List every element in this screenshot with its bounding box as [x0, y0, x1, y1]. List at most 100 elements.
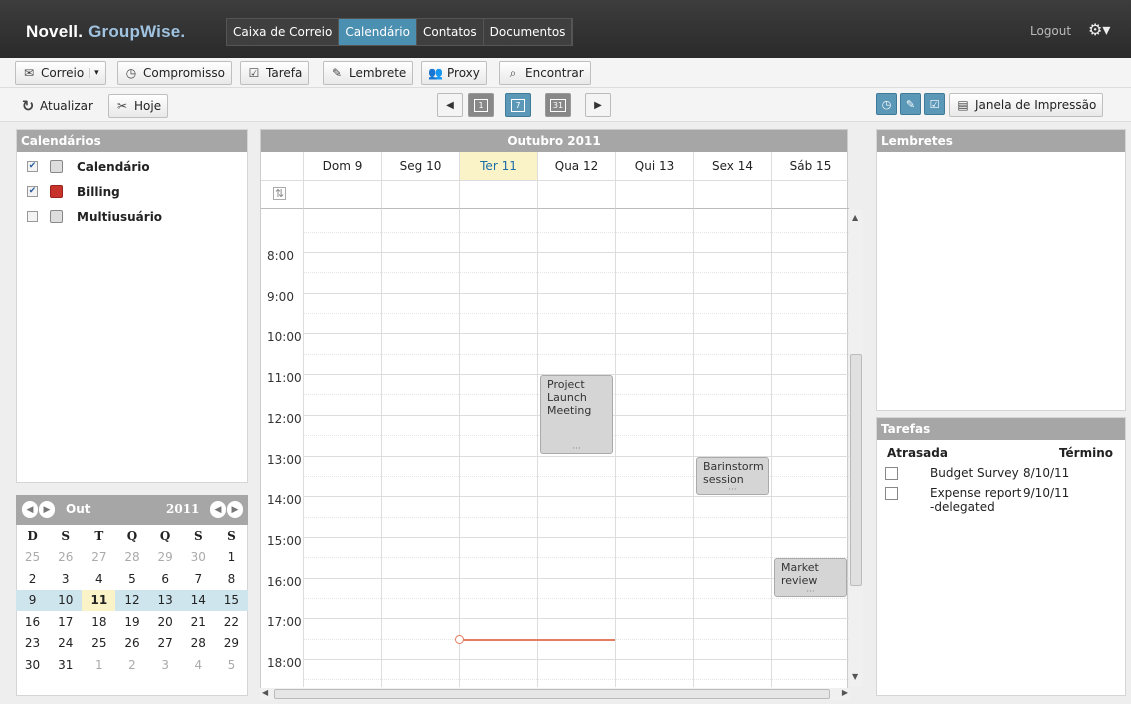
week-view-button[interactable]: 7 [505, 93, 531, 117]
mini-day[interactable]: 31 [49, 654, 82, 676]
reminder-button[interactable]: ✎ Lembrete [323, 61, 414, 85]
horizontal-scrollbar[interactable]: ◀ ▶ [260, 688, 850, 700]
mini-day[interactable]: 15 [214, 589, 248, 611]
mini-day[interactable]: 2 [115, 654, 148, 676]
calendar-event[interactable]: Market review ··· [774, 558, 847, 597]
calendar-checkbox[interactable]: ✔ [27, 211, 38, 222]
scroll-thumb[interactable] [850, 354, 862, 586]
mini-day[interactable]: 4 [182, 654, 215, 676]
calendar-checkbox[interactable]: ✔ [27, 161, 38, 172]
mini-day[interactable]: 5 [215, 654, 248, 676]
tab-calendar[interactable]: Calendário [339, 19, 417, 45]
task-checkbox[interactable] [885, 487, 898, 500]
mini-day[interactable]: 27 [82, 547, 115, 569]
find-button[interactable]: ⌕ Encontrar [499, 61, 591, 85]
mini-day[interactable]: 1 [82, 654, 115, 676]
mini-day[interactable]: 24 [49, 633, 82, 655]
scroll-thumb[interactable] [274, 689, 830, 699]
mini-day[interactable]: 8 [215, 568, 248, 590]
month-view-button[interactable]: 31 [545, 93, 571, 117]
gear-icon[interactable]: ⚙▾ [1088, 20, 1110, 39]
proxy-button[interactable]: 👥 Proxy [421, 61, 487, 85]
day-header[interactable]: Dom 9 [303, 152, 381, 180]
allday-cell[interactable] [693, 180, 771, 209]
mini-day[interactable]: 17 [49, 611, 82, 633]
task-item[interactable]: Expense report -delegated 9/10/11 [877, 480, 1125, 514]
mini-day[interactable]: 9 [16, 589, 50, 611]
mini-day[interactable]: 7 [182, 568, 215, 590]
allday-cell[interactable] [381, 180, 459, 209]
today-button[interactable]: ✂ Hoje [108, 94, 169, 118]
mini-day[interactable]: 10 [49, 589, 83, 611]
logout-link[interactable]: Logout [1030, 24, 1071, 38]
allday-cell[interactable] [771, 180, 849, 209]
mini-day[interactable]: 29 [149, 547, 182, 569]
calendar-item-multiusuario[interactable]: ✔ Multiusuário [17, 204, 247, 229]
mini-day[interactable]: 21 [182, 611, 215, 633]
mini-day[interactable]: 25 [16, 547, 49, 569]
day-header[interactable]: Sex 14 [693, 152, 771, 180]
mini-day[interactable]: 26 [115, 633, 148, 655]
day-view-button[interactable]: 1 [468, 93, 494, 117]
mini-day[interactable]: 6 [149, 568, 182, 590]
mail-button[interactable]: ✉ Correio ▾ [15, 61, 106, 85]
tab-contacts[interactable]: Contatos [417, 19, 484, 45]
expand-icon[interactable]: ⇅ [273, 187, 287, 200]
allday-cell[interactable] [303, 180, 381, 209]
prev-year-button[interactable]: ◀ [210, 501, 226, 518]
mini-day[interactable]: 23 [16, 633, 49, 655]
mini-day[interactable]: 1 [215, 547, 248, 569]
task-item[interactable]: Budget Survey 8/10/11 [877, 460, 1125, 480]
chevron-down-icon[interactable]: ▾ [89, 68, 99, 78]
vertical-scrollbar[interactable]: ▲ ▼ [849, 209, 863, 687]
refresh-button[interactable]: ↻ Atualizar [15, 94, 99, 118]
time-grid[interactable]: 7:00 8:00 9:00 10:00 11:00 12:00 13:00 14:00 15:… [261, 209, 849, 687]
allday-cell[interactable] [537, 180, 615, 209]
mini-day[interactable]: 5 [115, 568, 148, 590]
prev-month-button[interactable]: ◀ [22, 501, 38, 518]
mini-day[interactable]: 16 [16, 611, 49, 633]
mini-day[interactable]: 3 [49, 568, 82, 590]
mini-day[interactable]: 18 [82, 611, 115, 633]
next-month-button[interactable]: ▶ [39, 501, 55, 518]
day-header[interactable]: Ter 11 [459, 152, 537, 180]
clock-icon[interactable]: ◷ [876, 93, 897, 115]
mini-day[interactable]: 11 [82, 589, 116, 611]
allday-cell[interactable] [459, 180, 537, 209]
mini-day[interactable]: 28 [182, 633, 215, 655]
mini-day[interactable]: 28 [115, 547, 148, 569]
task-checkbox[interactable] [885, 467, 898, 480]
tab-mailbox[interactable]: Caixa de Correio [227, 19, 340, 45]
task-icon[interactable]: ☑ [924, 93, 945, 115]
allday-cell[interactable] [615, 180, 693, 209]
mini-day[interactable]: 26 [49, 547, 82, 569]
mini-day[interactable]: 19 [115, 611, 148, 633]
mini-day[interactable]: 30 [16, 654, 49, 676]
tab-documents[interactable]: Documentos [484, 19, 573, 45]
mini-day[interactable]: 27 [149, 633, 182, 655]
mini-day[interactable]: 14 [181, 589, 215, 611]
mini-day[interactable]: 3 [149, 654, 182, 676]
next-period-button[interactable]: ▶ [585, 93, 611, 117]
mini-day[interactable]: 25 [82, 633, 115, 655]
task-button[interactable]: ☑ Tarefa [240, 61, 310, 85]
mini-day[interactable]: 22 [215, 611, 248, 633]
note-icon[interactable]: ✎ [900, 93, 921, 115]
appointment-button[interactable]: ◷ Compromisso [117, 61, 232, 85]
mini-day[interactable]: 2 [16, 568, 49, 590]
next-year-button[interactable]: ▶ [227, 501, 243, 518]
calendar-event[interactable]: Barinstorm session ··· [696, 456, 769, 496]
prev-period-button[interactable]: ◀ [437, 93, 463, 117]
allday-toggle[interactable]: ⇅ [261, 180, 303, 209]
resize-handle[interactable]: ··· [697, 486, 768, 495]
calendar-event[interactable]: Project Launch Meeting ··· [540, 375, 613, 455]
mini-day[interactable]: 4 [82, 568, 115, 590]
resize-handle[interactable]: ··· [775, 587, 846, 596]
calendar-checkbox[interactable]: ✔ [27, 186, 38, 197]
calendar-item-calendario[interactable]: ✔ Calendário [17, 154, 247, 179]
mini-day[interactable]: 13 [148, 589, 182, 611]
calendar-item-billing[interactable]: ✔ Billing [17, 179, 247, 204]
day-header[interactable]: Seg 10 [381, 152, 459, 180]
resize-handle[interactable]: ··· [541, 445, 612, 454]
mini-day[interactable]: 30 [182, 547, 215, 569]
